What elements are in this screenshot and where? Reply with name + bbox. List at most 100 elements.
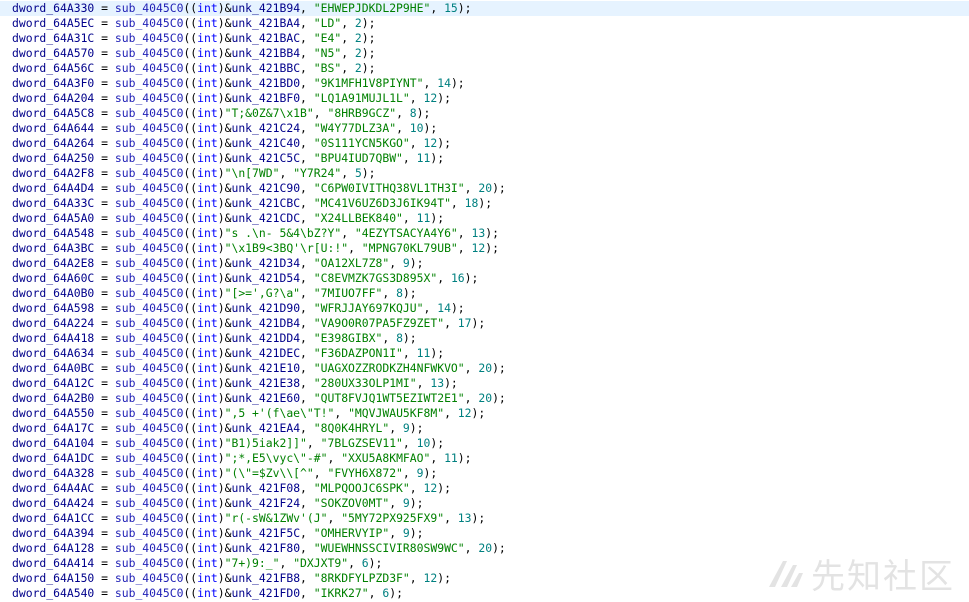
variable-name[interactable]: dword_64A418 <box>12 331 94 345</box>
code-line[interactable]: dword_64A3BC = sub_4045C0((int)"\x1B9<3B… <box>0 241 969 256</box>
variable-name[interactable]: dword_64A31C <box>12 31 94 45</box>
function-name[interactable]: sub_4045C0 <box>115 391 184 405</box>
function-name[interactable]: sub_4045C0 <box>115 31 184 45</box>
variable-name[interactable]: dword_64A250 <box>12 151 94 165</box>
code-line[interactable]: dword_64A4D4 = sub_4045C0((int)&unk_421C… <box>0 181 969 196</box>
code-line[interactable]: dword_64A570 = sub_4045C0((int)&unk_421B… <box>0 46 969 61</box>
function-name[interactable]: sub_4045C0 <box>115 436 184 450</box>
function-name[interactable]: sub_4045C0 <box>115 271 184 285</box>
function-name[interactable]: sub_4045C0 <box>115 481 184 495</box>
code-line[interactable]: dword_64A250 = sub_4045C0((int)&unk_421C… <box>0 151 969 166</box>
variable-name[interactable]: dword_64A330 <box>12 1 94 15</box>
unk-reference[interactable]: unk_421D34 <box>231 256 300 270</box>
variable-name[interactable]: dword_64A204 <box>12 91 94 105</box>
variable-name[interactable]: dword_64A5A0 <box>12 211 94 225</box>
code-line[interactable]: dword_64A2B0 = sub_4045C0((int)&unk_421E… <box>0 391 969 406</box>
code-line[interactable]: dword_64A12C = sub_4045C0((int)&unk_421E… <box>0 376 969 391</box>
variable-name[interactable]: dword_64A1CC <box>12 511 94 525</box>
variable-name[interactable]: dword_64A5C8 <box>12 106 94 120</box>
variable-name[interactable]: dword_64A644 <box>12 121 94 135</box>
unk-reference[interactable]: unk_421BA4 <box>231 16 300 30</box>
variable-name[interactable]: dword_64A150 <box>12 571 94 585</box>
code-line[interactable]: dword_64A204 = sub_4045C0((int)&unk_421B… <box>0 91 969 106</box>
code-line[interactable]: dword_64A264 = sub_4045C0((int)&unk_421C… <box>0 136 969 151</box>
unk-reference[interactable]: unk_421E60 <box>231 391 300 405</box>
function-name[interactable]: sub_4045C0 <box>115 466 184 480</box>
variable-name[interactable]: dword_64A570 <box>12 46 94 60</box>
unk-reference[interactable]: unk_421DD4 <box>231 331 300 345</box>
code-line[interactable]: dword_64A56C = sub_4045C0((int)&unk_421B… <box>0 61 969 76</box>
function-name[interactable]: sub_4045C0 <box>115 76 184 90</box>
variable-name[interactable]: dword_64A2B0 <box>12 391 94 405</box>
unk-reference[interactable]: unk_421E38 <box>231 376 300 390</box>
unk-reference[interactable]: unk_421C24 <box>231 121 300 135</box>
pseudocode-view[interactable]: dword_64A330 = sub_4045C0((int)&unk_421B… <box>0 0 969 602</box>
function-name[interactable]: sub_4045C0 <box>115 256 184 270</box>
function-name[interactable]: sub_4045C0 <box>115 571 184 585</box>
function-name[interactable]: sub_4045C0 <box>115 376 184 390</box>
code-line[interactable]: dword_64A60C = sub_4045C0((int)&unk_421D… <box>0 271 969 286</box>
code-line[interactable]: dword_64A1DC = sub_4045C0((int)";*,E5\vy… <box>0 451 969 466</box>
function-name[interactable]: sub_4045C0 <box>115 61 184 75</box>
code-line[interactable]: dword_64A3F0 = sub_4045C0((int)&unk_421B… <box>0 76 969 91</box>
code-line[interactable]: dword_64A5EC = sub_4045C0((int)&unk_421B… <box>0 16 969 31</box>
function-name[interactable]: sub_4045C0 <box>115 136 184 150</box>
function-name[interactable]: sub_4045C0 <box>115 121 184 135</box>
variable-name[interactable]: dword_64A3BC <box>12 241 94 255</box>
code-line[interactable]: dword_64A5A0 = sub_4045C0((int)&unk_421C… <box>0 211 969 226</box>
function-name[interactable]: sub_4045C0 <box>115 91 184 105</box>
function-name[interactable]: sub_4045C0 <box>115 181 184 195</box>
function-name[interactable]: sub_4045C0 <box>115 361 184 375</box>
code-line[interactable]: dword_64A5C8 = sub_4045C0((int)"T;&0Z&7\… <box>0 106 969 121</box>
function-name[interactable]: sub_4045C0 <box>115 166 184 180</box>
function-name[interactable]: sub_4045C0 <box>115 16 184 30</box>
code-line[interactable]: dword_64A394 = sub_4045C0((int)&unk_421F… <box>0 526 969 541</box>
function-name[interactable]: sub_4045C0 <box>115 586 184 600</box>
variable-name[interactable]: dword_64A328 <box>12 466 94 480</box>
function-name[interactable]: sub_4045C0 <box>115 541 184 555</box>
code-line[interactable]: dword_64A330 = sub_4045C0((int)&unk_421B… <box>0 1 969 16</box>
variable-name[interactable]: dword_64A1DC <box>12 451 94 465</box>
function-name[interactable]: sub_4045C0 <box>115 406 184 420</box>
variable-name[interactable]: dword_64A60C <box>12 271 94 285</box>
unk-reference[interactable]: unk_421CDC <box>231 211 300 225</box>
code-line[interactable]: dword_64A0B0 = sub_4045C0((int)"[>=',G?\… <box>0 286 969 301</box>
variable-name[interactable]: dword_64A264 <box>12 136 94 150</box>
variable-name[interactable]: dword_64A548 <box>12 226 94 240</box>
function-name[interactable]: sub_4045C0 <box>115 106 184 120</box>
function-name[interactable]: sub_4045C0 <box>115 241 184 255</box>
variable-name[interactable]: dword_64A540 <box>12 586 94 600</box>
function-name[interactable]: sub_4045C0 <box>115 1 184 15</box>
variable-name[interactable]: dword_64A2F8 <box>12 166 94 180</box>
code-line[interactable]: dword_64A548 = sub_4045C0((int)"s .\n- 5… <box>0 226 969 241</box>
function-name[interactable]: sub_4045C0 <box>115 196 184 210</box>
code-line[interactable]: dword_64A224 = sub_4045C0((int)&unk_421D… <box>0 316 969 331</box>
unk-reference[interactable]: unk_421BB4 <box>231 46 300 60</box>
function-name[interactable]: sub_4045C0 <box>115 316 184 330</box>
variable-name[interactable]: dword_64A414 <box>12 556 94 570</box>
code-line[interactable]: dword_64A644 = sub_4045C0((int)&unk_421C… <box>0 121 969 136</box>
unk-reference[interactable]: unk_421B94 <box>231 1 300 15</box>
unk-reference[interactable]: unk_421FB8 <box>231 571 300 585</box>
unk-reference[interactable]: unk_421DEC <box>231 346 300 360</box>
unk-reference[interactable]: unk_421FD0 <box>231 586 300 600</box>
code-line[interactable]: dword_64A424 = sub_4045C0((int)&unk_421F… <box>0 496 969 511</box>
variable-name[interactable]: dword_64A3F0 <box>12 76 94 90</box>
function-name[interactable]: sub_4045C0 <box>115 421 184 435</box>
code-line[interactable]: dword_64A414 = sub_4045C0((int)"7+)9:_",… <box>0 556 969 571</box>
code-line[interactable]: dword_64A150 = sub_4045C0((int)&unk_421F… <box>0 571 969 586</box>
variable-name[interactable]: dword_64A128 <box>12 541 94 555</box>
variable-name[interactable]: dword_64A2E8 <box>12 256 94 270</box>
unk-reference[interactable]: unk_421D54 <box>231 271 300 285</box>
unk-reference[interactable]: unk_421BBC <box>231 61 300 75</box>
function-name[interactable]: sub_4045C0 <box>115 226 184 240</box>
code-line[interactable]: dword_64A0BC = sub_4045C0((int)&unk_421E… <box>0 361 969 376</box>
code-line[interactable]: dword_64A540 = sub_4045C0((int)&unk_421F… <box>0 586 969 601</box>
code-line[interactable]: dword_64A2F8 = sub_4045C0((int)"\n[7WD",… <box>0 166 969 181</box>
function-name[interactable]: sub_4045C0 <box>115 46 184 60</box>
code-line[interactable]: dword_64A328 = sub_4045C0((int)"(\"=$Zv\… <box>0 466 969 481</box>
function-name[interactable]: sub_4045C0 <box>115 286 184 300</box>
code-line[interactable]: dword_64A2E8 = sub_4045C0((int)&unk_421D… <box>0 256 969 271</box>
unk-reference[interactable]: unk_421BAC <box>231 31 300 45</box>
code-line[interactable]: dword_64A634 = sub_4045C0((int)&unk_421D… <box>0 346 969 361</box>
